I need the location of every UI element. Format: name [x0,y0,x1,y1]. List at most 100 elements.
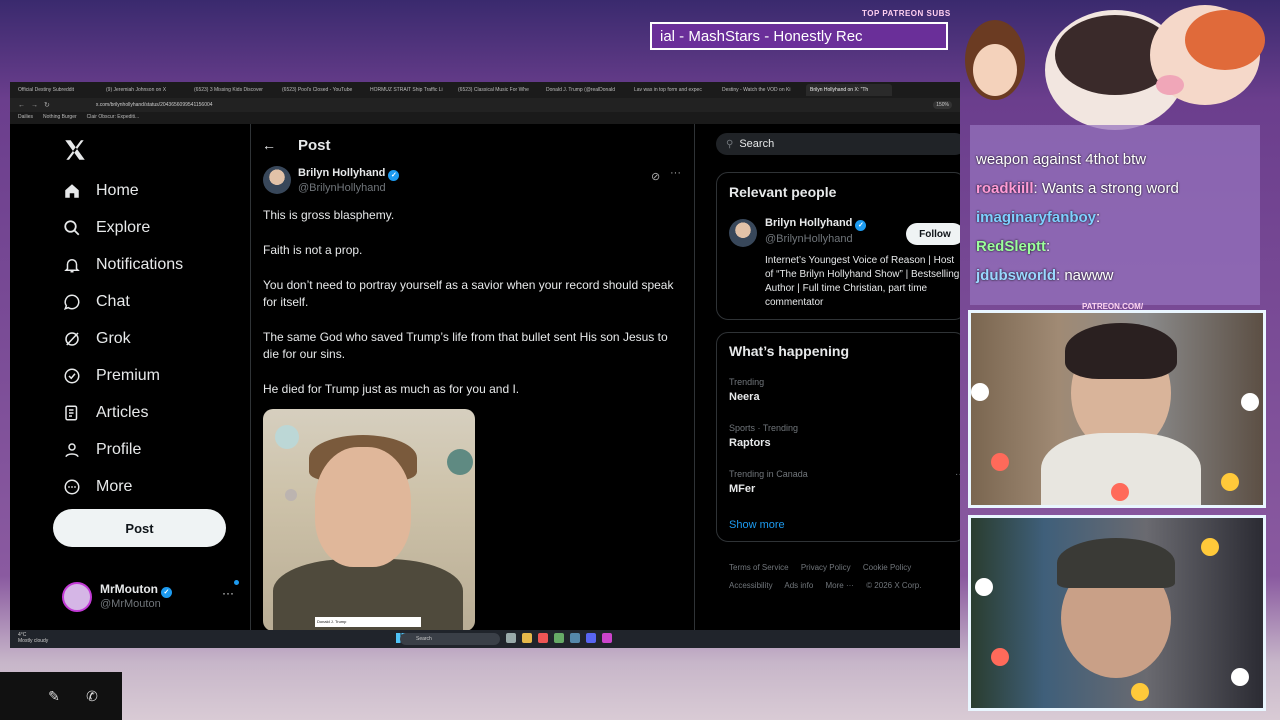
account-switcher[interactable]: MrMouton ✓ @MrMouton ··· [62,580,242,616]
sidebar-item-chat[interactable]: Chat [62,283,262,320]
tab[interactable]: Donald J. Trump (@realDonald [542,84,628,96]
follow-button[interactable]: Follow [906,223,960,245]
search-icon: ⚲ [726,138,734,150]
compose-post-button[interactable]: Post [53,509,226,547]
sidebar-item-articles[interactable]: Articles [62,394,262,431]
tab[interactable]: Lav was in top form and expec [630,84,716,96]
wall-dot [275,425,299,449]
tab[interactable]: (9) Jeremiah Johnson on X [102,84,188,96]
search-box[interactable]: ⚲ [716,133,960,155]
back-arrow-icon[interactable]: ← [18,102,25,109]
more-dots-icon[interactable]: ··· [222,586,234,600]
flower-decoration [991,648,1009,666]
avatar[interactable] [263,166,291,194]
post-video[interactable]: Donald J. Trump [263,409,475,631]
card-title: What’s happening [729,343,850,359]
tab[interactable]: Official Destiny Subreddit [14,84,100,96]
card-title: Relevant people [729,184,837,200]
flower-decoration [1241,393,1259,411]
more-dots-icon[interactable]: ··· [955,469,960,480]
person-name[interactable]: Brilyn Hollyhand [765,217,852,229]
tab[interactable]: (6523) Pool's Closed - YouTube [278,84,364,96]
author-handle[interactable]: @BrilynHollyhand [298,182,386,194]
footer-link[interactable]: Accessibility [729,581,773,590]
show-more-link[interactable]: Show more [729,519,785,531]
tab[interactable]: HORMUZ STRAIT Ship Traffic Li [366,84,452,96]
app-icon[interactable] [506,633,516,643]
forward-arrow-icon[interactable]: → [31,102,38,109]
mute-icon[interactable]: ✎ [42,684,66,708]
zoom-level[interactable]: 150% [933,101,952,109]
reload-icon[interactable]: ↻ [44,101,50,109]
webcam-streamer [968,310,1266,508]
discord-icon[interactable] [586,633,596,643]
account-handle: @MrMouton [100,598,161,610]
sidebar-item-notifications[interactable]: Notifications [62,246,262,283]
post-author: Brilyn Hollyhand ✓ @BrilynHollyhand ⊘ ··· [263,166,683,198]
sidebar-item-more[interactable]: More [62,468,262,505]
more-dots-icon[interactable]: ··· [670,167,681,179]
chat-text: : Wants a strong word [1033,180,1179,197]
flower-decoration [1221,473,1239,491]
trend-item[interactable]: Trending Neera [729,377,764,403]
bookmark[interactable]: Dailies [18,114,33,122]
footer-link[interactable]: Ads info [784,581,813,590]
avatar[interactable] [729,219,757,247]
page-title: Post [298,136,331,154]
post-paragraph: This is gross blasphemy. [263,208,395,222]
url-field[interactable]: x.com/brilynhollyhand/status/20436560995… [96,102,213,108]
phone-icon[interactable]: ✆ [80,684,104,708]
taskbar-search[interactable]: Search [400,633,500,645]
bookmark[interactable]: Nothing Burger [43,114,77,122]
sidebar-item-label: More [96,477,133,495]
person-handle[interactable]: @BrilynHollyhand [765,233,853,245]
footer-link[interactable]: More ··· [826,581,854,590]
tab[interactable]: (6523) Classical Music For Whe [454,84,540,96]
app-icon[interactable] [554,633,564,643]
windows-taskbar: 4°C Mostly cloudy Search [10,630,960,648]
trend-item[interactable]: Sports · Trending Raptors [729,423,798,449]
footer-link[interactable]: Cookie Policy [863,563,911,572]
flower-decoration [1231,668,1249,686]
tab[interactable]: (6523) 3 Missing Kids Discover [190,84,276,96]
chat-icon [62,292,82,312]
tab[interactable]: Destiny - Watch the VOD on Ki [718,84,804,96]
sidebar-item-label: Profile [96,440,142,458]
tab-strip: Official Destiny Subreddit (9) Jeremiah … [10,82,960,98]
chat-username: imaginaryfanboy [976,209,1097,226]
trend-context: Trending [729,377,765,387]
tab-active[interactable]: Brilyn Hollyhand on X: "Th [806,84,892,96]
author-name[interactable]: Brilyn Hollyhand [298,167,385,179]
steam-icon[interactable] [570,633,580,643]
bookmark[interactable]: Clair Obscur: Expediti... [87,114,140,122]
avatar [62,582,92,612]
sidebar-item-grok[interactable]: Grok [62,320,262,357]
weather-widget[interactable]: 4°C Mostly cloudy [18,632,48,644]
sidebar-item-profile[interactable]: Profile [62,431,262,468]
account-name: MrMouton [100,582,158,596]
bell-icon [62,255,82,275]
search-input[interactable] [739,138,940,150]
verified-badge-icon: ✓ [160,587,172,598]
verified-badge-icon: ✓ [855,220,867,231]
folder-icon[interactable] [522,633,532,643]
wall-dot [285,489,297,501]
footer-link[interactable]: Privacy Policy [801,563,851,572]
x-logo-icon[interactable] [62,137,88,163]
person-icon [62,440,82,460]
flower-decoration [975,578,993,596]
app-icon[interactable] [602,633,612,643]
sidebar-item-label: Grok [96,329,131,347]
footer-link[interactable]: Terms of Service [729,563,789,572]
sidebar-item-label: Chat [96,292,130,310]
firefox-icon[interactable] [538,633,548,643]
back-arrow-icon[interactable]: ← [262,137,276,153]
sidebar-item-home[interactable]: Home [62,172,262,209]
post-header: ← Post [262,132,331,158]
grok-icon[interactable]: ⊘ [651,170,660,183]
person-bio: Internet’s Youngest Voice of Reason | Ho… [765,255,960,308]
sidebar-item-explore[interactable]: Explore [62,209,262,246]
sidebar-item-premium[interactable]: Premium [62,357,262,394]
trend-item[interactable]: Trending in Canada MFer [729,469,808,495]
trend-name: MFer [729,483,756,495]
